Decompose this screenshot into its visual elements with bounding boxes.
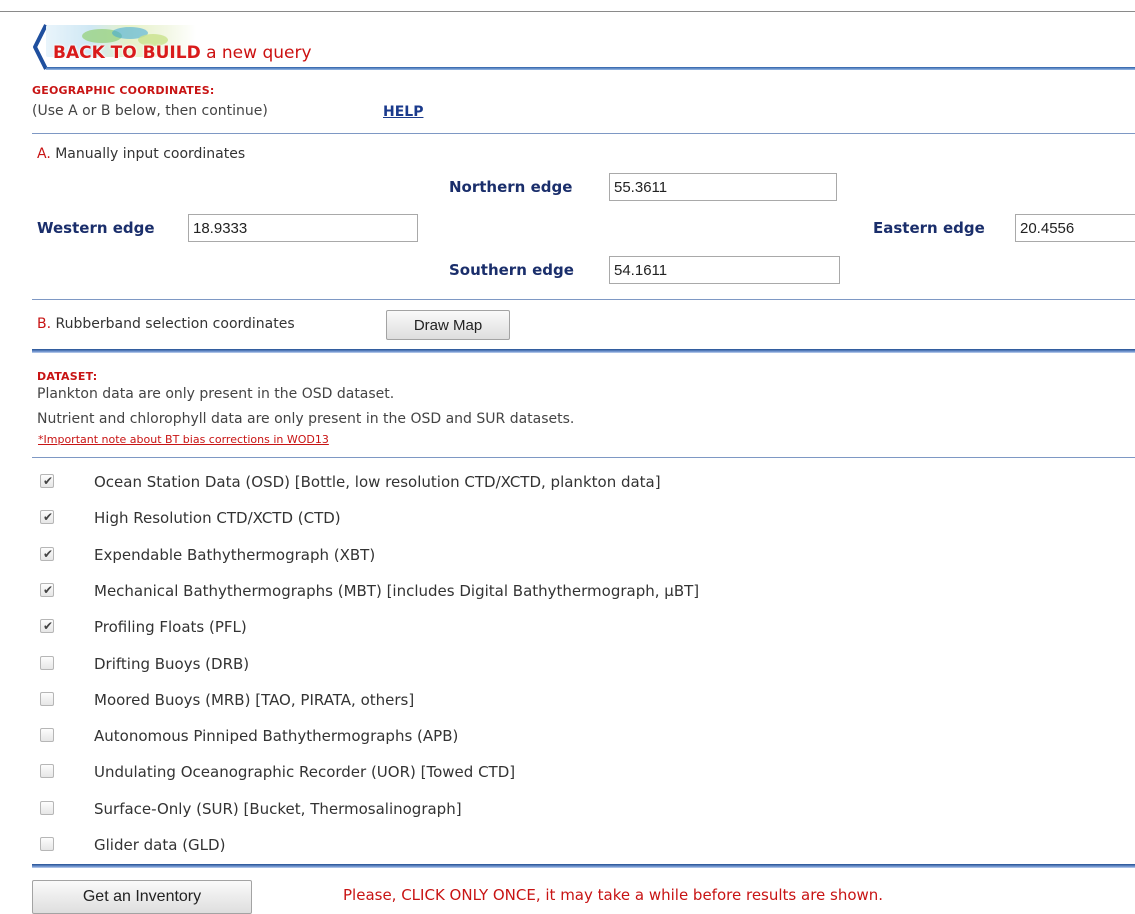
western-edge-input[interactable] [188,214,418,242]
back-query-label[interactable]: a new query [201,43,311,63]
help-link[interactable]: HELP [383,104,423,120]
back-to-build-label[interactable]: BACK TO BUILD [53,43,201,63]
dataset-label: Undulating Oceanographic Recorder (UOR) … [94,763,516,781]
dataset-label: Surface-Only (SUR) [Bucket, Thermosalino… [94,800,462,818]
dataset-checkbox[interactable] [40,764,54,778]
dataset-checkbox[interactable] [40,728,54,742]
section-divider [32,457,1135,458]
checkmark-icon: ✔ [43,474,54,488]
manual-letter: A. [37,146,51,162]
section-divider [32,299,1135,300]
section-rule [32,349,1135,353]
dataset-label: High Resolution CTD/XCTD (CTD) [94,509,341,527]
dataset-checkbox[interactable]: ✔ [40,547,54,561]
dataset-checkbox[interactable] [40,837,54,851]
dataset-checkbox[interactable]: ✔ [40,619,54,633]
rubberband-text: Rubberband selection coordinates [51,316,295,332]
dataset-note-plankton: Plankton data are only present in the OS… [37,386,395,402]
checkmark-icon: ✔ [43,510,54,524]
back-to-build-link[interactable]: BACK TO BUILD a new query [32,22,1135,72]
rubberband-label: B. Rubberband selection coordinates [37,316,295,332]
eastern-edge-label: Eastern edge [873,219,985,237]
click-once-warning: Please, CLICK ONLY ONCE, it may take a w… [343,886,884,904]
northern-edge-label: Northern edge [449,178,573,196]
western-edge-label: Western edge [37,219,155,237]
checkmark-icon: ✔ [43,619,54,633]
dataset-checkbox[interactable]: ✔ [40,474,54,488]
eastern-edge-input[interactable] [1015,214,1135,242]
dataset-checkbox[interactable]: ✔ [40,510,54,524]
dataset-checkbox[interactable] [40,656,54,670]
geo-note: (Use A or B below, then continue) [32,103,268,119]
geo-heading: GEOGRAPHIC COORDINATES: [32,84,215,97]
dataset-checkbox[interactable] [40,692,54,706]
dataset-label: Moored Buoys (MRB) [TAO, PIRATA, others] [94,691,415,709]
section-divider [32,133,1135,134]
checkmark-icon: ✔ [43,583,54,597]
dataset-label: Expendable Bathythermograph (XBT) [94,546,376,564]
banner-rule [46,67,1135,70]
draw-map-button[interactable]: Draw Map [386,310,510,340]
southern-edge-input[interactable] [609,256,840,284]
get-inventory-button[interactable]: Get an Inventory [32,880,252,914]
dataset-checkbox[interactable]: ✔ [40,583,54,597]
northern-edge-input[interactable] [609,173,837,201]
bt-bias-note-link[interactable]: *Important note about BT bias correction… [38,433,329,446]
dataset-label: Ocean Station Data (OSD) [Bottle, low re… [94,473,661,491]
dataset-label: Drifting Buoys (DRB) [94,655,250,673]
checkmark-icon: ✔ [43,547,54,561]
dataset-label: Profiling Floats (PFL) [94,618,247,636]
dataset-checkbox[interactable] [40,801,54,815]
dataset-label: Autonomous Pinniped Bathythermographs (A… [94,727,459,745]
manual-text: Manually input coordinates [50,146,246,162]
section-rule [32,864,1135,868]
dataset-label: Mechanical Bathythermographs (MBT) [incl… [94,582,700,600]
southern-edge-label: Southern edge [449,261,574,279]
rubberband-letter: B. [37,316,52,332]
top-divider [0,11,1135,12]
manual-input-label: A. Manually input coordinates [37,146,245,162]
dataset-label: Glider data (GLD) [94,836,226,854]
dataset-note-nutrient: Nutrient and chlorophyll data are only p… [37,411,575,427]
dataset-heading: DATASET: [37,370,98,383]
